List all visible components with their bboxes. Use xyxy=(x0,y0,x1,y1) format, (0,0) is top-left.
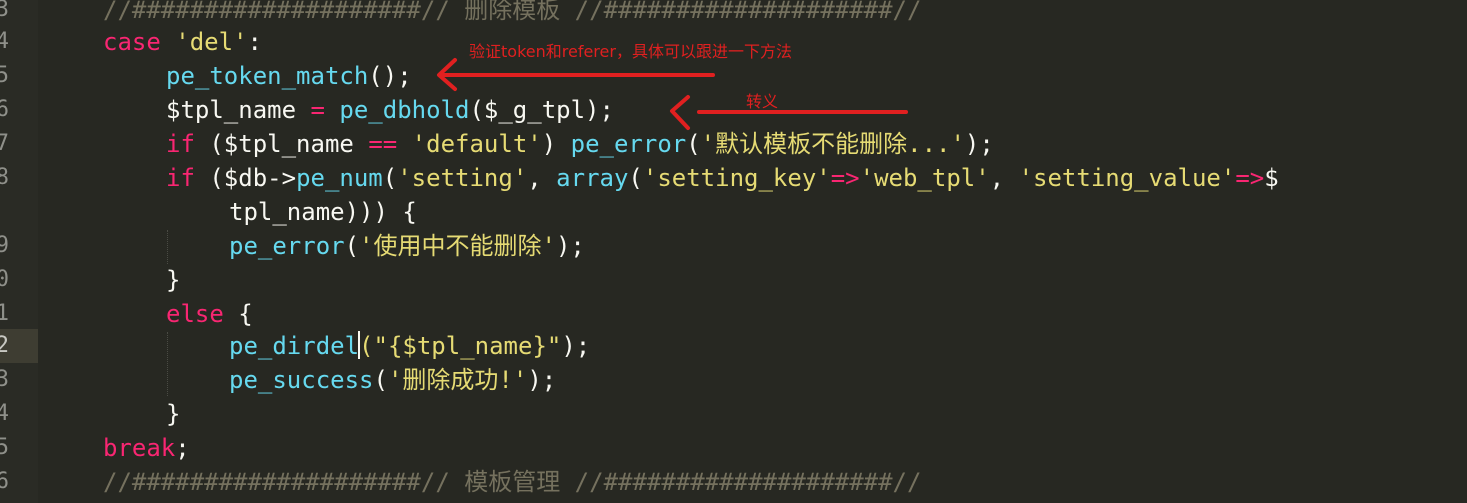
token-annotation-text: 验证token和referer，具体可以跟进一下方法 xyxy=(469,42,792,61)
code-editor[interactable]: 3 4 5 6 7 8 9 0 1 2 3 4 5 6 //##########… xyxy=(0,0,1467,503)
escape-annotation-arrow xyxy=(670,95,908,130)
token-annotation-arrow xyxy=(437,58,715,91)
annotation-arrows xyxy=(437,58,908,130)
escape-annotation-text: 转义 xyxy=(746,92,779,111)
